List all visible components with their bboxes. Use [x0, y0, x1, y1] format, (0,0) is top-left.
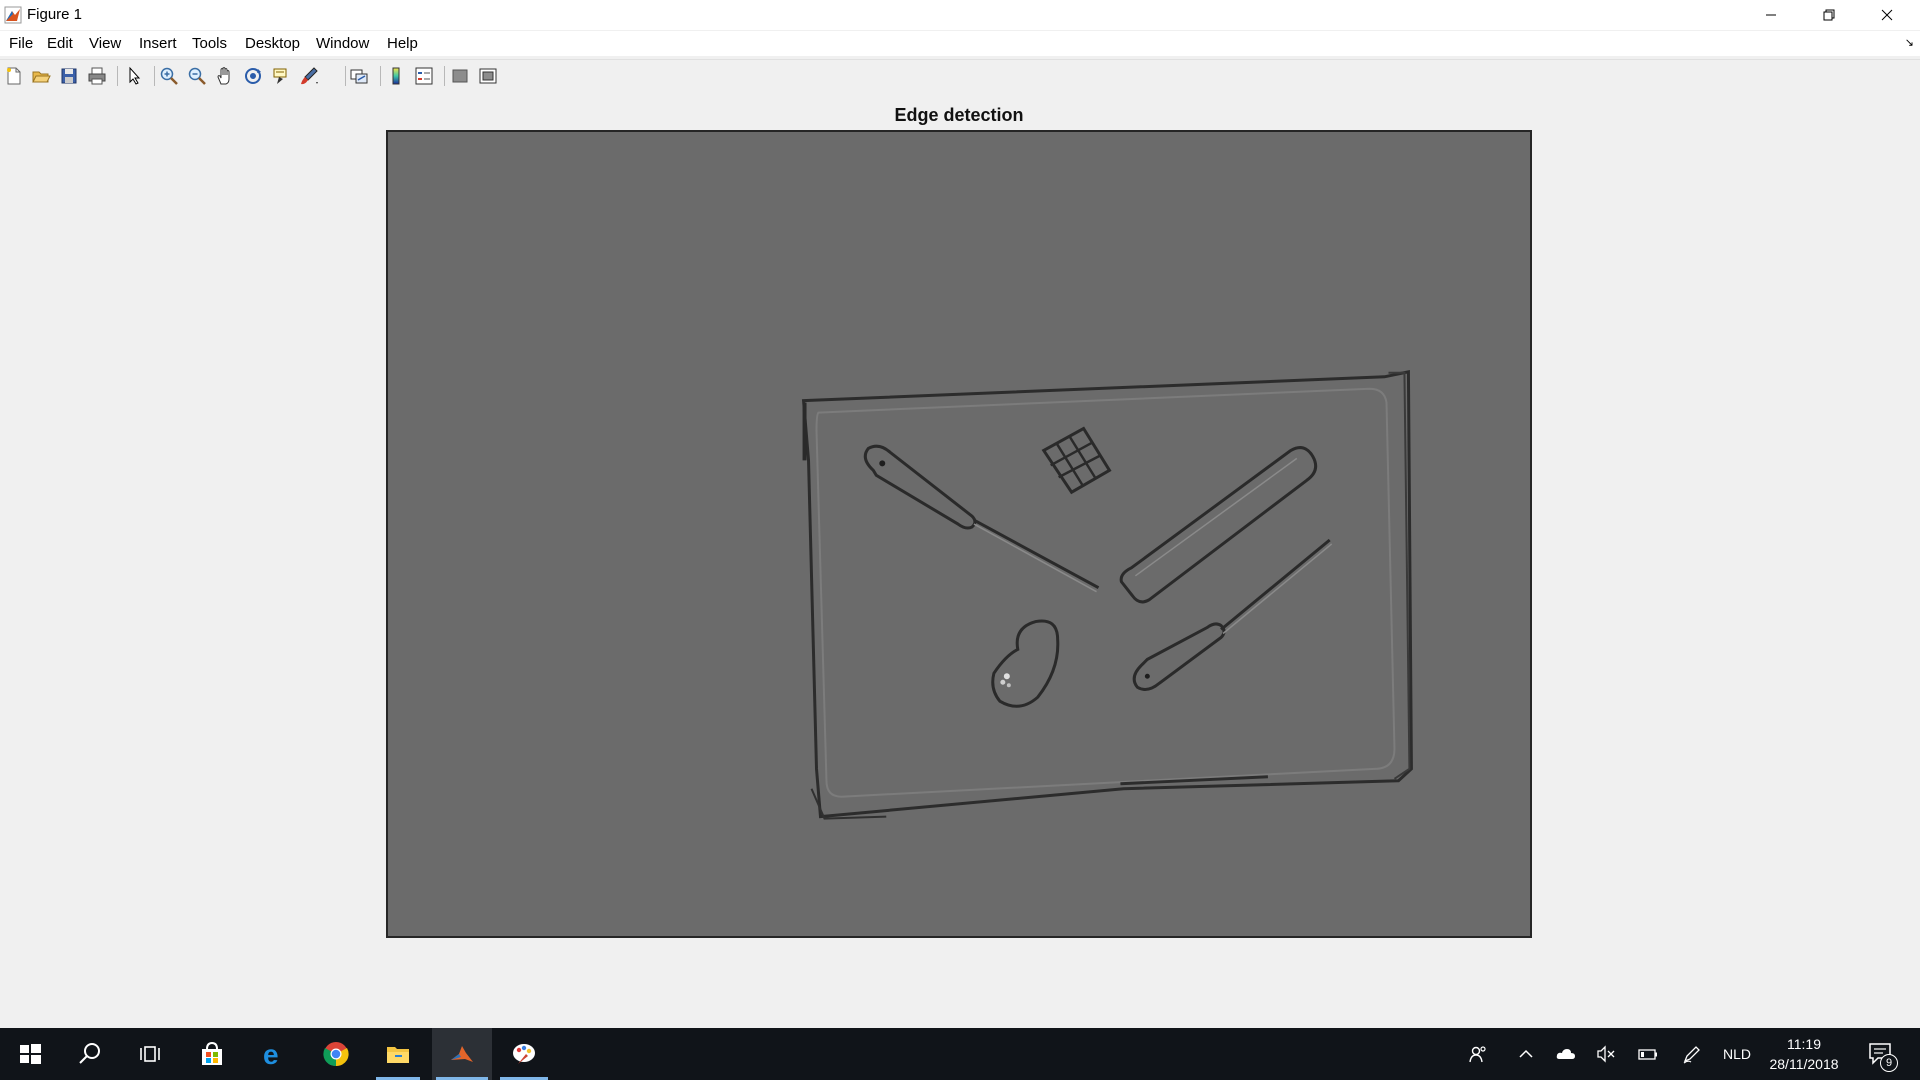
clock-time: 11:19 [1787, 1036, 1821, 1052]
toolbar-separator [117, 66, 118, 86]
svg-text:e: e [263, 1040, 279, 1068]
save-icon[interactable] [58, 65, 80, 87]
toolbar-separator [345, 66, 346, 86]
link-plot-icon[interactable] [348, 65, 370, 87]
print-icon[interactable] [86, 65, 108, 87]
data-cursor-icon[interactable] [270, 65, 292, 87]
people-icon[interactable] [1466, 1042, 1490, 1066]
clock-date: 28/11/2018 [1769, 1056, 1839, 1072]
edge-browser-icon[interactable]: e [248, 1028, 300, 1080]
clock[interactable]: 11:19 28/11/2018 [1762, 1034, 1846, 1074]
restore-button[interactable] [1800, 0, 1858, 30]
pen-workspace-icon[interactable] [1680, 1042, 1704, 1066]
dock-figure-icon[interactable]: ↘ [1905, 36, 1914, 49]
notification-count-badge: 9 [1880, 1054, 1898, 1072]
toolbar-separator [444, 66, 445, 86]
battery-icon[interactable] [1636, 1042, 1660, 1066]
new-figure-icon[interactable] [3, 65, 25, 87]
window-title: Figure 1 [27, 6, 83, 23]
show-plot-tools-icon[interactable] [477, 65, 499, 87]
volume-muted-icon[interactable] [1594, 1042, 1618, 1066]
search-icon[interactable] [64, 1028, 116, 1080]
menu-desktop[interactable]: Desktop [245, 35, 300, 52]
pan-hand-icon[interactable] [214, 65, 236, 87]
windows-taskbar: e NLD 11:19 28/11/2018 9 [0, 1028, 1920, 1080]
insert-legend-icon[interactable] [413, 65, 435, 87]
menu-edit[interactable]: Edit [47, 35, 73, 52]
windows-start-icon[interactable] [4, 1028, 56, 1080]
plot-title: Edge detection [894, 105, 1024, 125]
insert-colorbar-icon[interactable] [385, 65, 407, 87]
minimize-button[interactable] [1742, 0, 1800, 30]
menu-window[interactable]: Window [316, 35, 369, 52]
rotate-3d-icon[interactable] [242, 65, 264, 87]
edge-detection-image-axes[interactable] [386, 130, 1532, 938]
menu-help[interactable]: Help [387, 35, 418, 52]
menu-bar: File Edit View Insert Tools Desktop Wind… [0, 31, 1920, 56]
task-view-icon[interactable] [124, 1028, 176, 1080]
onedrive-cloud-icon[interactable] [1554, 1042, 1578, 1066]
close-button[interactable] [1858, 0, 1916, 30]
chevron-up-icon[interactable] [1514, 1042, 1538, 1066]
toolbar-separator [154, 66, 155, 86]
matlab-icon[interactable] [432, 1028, 492, 1080]
file-explorer-icon[interactable] [372, 1028, 424, 1080]
matlab-figure-icon [4, 6, 22, 24]
chrome-icon[interactable] [310, 1028, 362, 1080]
menu-tools[interactable]: Tools [192, 35, 227, 52]
menu-view[interactable]: View [89, 35, 121, 52]
edge-detection-image [388, 132, 1530, 936]
toolbar-separator [380, 66, 381, 86]
figure-toolbar [0, 59, 1920, 93]
figure-canvas: Edge detection [0, 93, 1920, 1028]
title-bar: Figure 1 [0, 0, 1920, 30]
zoom-in-icon[interactable] [158, 65, 180, 87]
zoom-out-icon[interactable] [186, 65, 208, 87]
brush-icon[interactable] [298, 65, 320, 87]
hide-plot-tools-icon[interactable] [449, 65, 471, 87]
menu-insert[interactable]: Insert [139, 35, 177, 52]
open-file-icon[interactable] [30, 65, 52, 87]
paint-app-icon[interactable] [496, 1028, 552, 1080]
input-language[interactable]: NLD [1723, 1046, 1751, 1062]
store-icon[interactable] [186, 1028, 238, 1080]
menu-file[interactable]: File [9, 35, 33, 52]
edit-plot-pointer-icon[interactable] [124, 65, 146, 87]
